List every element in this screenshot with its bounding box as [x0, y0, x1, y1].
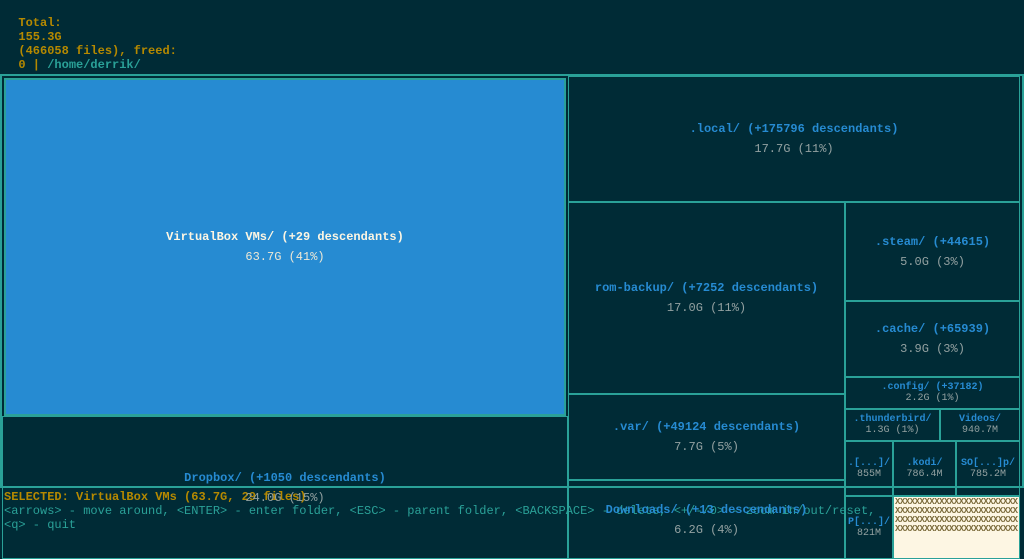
status-bar: Total: 155.3G (466058 files), freed: 0 |… — [0, 0, 1024, 74]
box-downloads[interactable]: Downloads/ (+13 descendants) 6.2G (4%) — [568, 480, 845, 559]
box-kodi[interactable]: .kodi/ 786.4M — [893, 441, 956, 496]
box-label: .local/ (+175796 descendants) — [690, 122, 899, 136]
smallfiles-pattern: XXXXXXXXXXXXXXXXXXXXXXXXXXXXXXXXXXXXXXXX… — [895, 497, 1018, 534]
box-label: SO[...]p/ — [961, 458, 1015, 469]
box-size: 7.7G (5%) — [674, 440, 739, 454]
box-size: 855M — [857, 469, 881, 480]
box-smallfiles[interactable]: XXXXXXXXXXXXXXXXXXXXXXXXXXXXXXXXXXXXXXXX… — [893, 496, 1020, 559]
total-size: 155.3G — [18, 30, 61, 44]
freed-label: , freed: — [119, 44, 177, 58]
box-label: .thunderbird/ — [853, 414, 931, 425]
box-size: 940.7M — [962, 425, 998, 436]
box-size: 63.7G (41%) — [245, 250, 324, 264]
box-thunderbird[interactable]: .thunderbird/ 1.3G (1%) — [845, 409, 940, 441]
box-label: rom-backup/ (+7252 descendants) — [595, 281, 818, 295]
box-size: 17.7G (11%) — [754, 142, 833, 156]
box-label: P[...]/ — [848, 517, 890, 528]
files-count: (466058 files) — [18, 44, 119, 58]
box-label: Dropbox/ (+1050 descendants) — [184, 471, 386, 485]
box-dot[interactable]: .[...]/ 855M — [845, 441, 893, 496]
box-size: 1.3G (1%) — [865, 425, 919, 436]
box-rombackup[interactable]: rom-backup/ (+7252 descendants) 17.0G (1… — [568, 202, 845, 394]
box-size: 5.0G (3%) — [900, 255, 965, 269]
total-label: Total: — [18, 16, 61, 30]
box-label: VirtualBox VMs/ (+29 descendants) — [166, 230, 404, 244]
box-size: 821M — [857, 528, 881, 539]
box-size: 24.0G (15%) — [245, 491, 324, 505]
box-label: .steam/ (+44615) — [875, 235, 990, 249]
box-size: 6.2G (4%) — [674, 523, 739, 537]
box-label: Videos/ — [959, 414, 1001, 425]
box-size: 17.0G (11%) — [667, 301, 746, 315]
box-dropbox[interactable]: Dropbox/ (+1050 descendants) 24.0G (15%) — [2, 416, 568, 559]
box-label: .cache/ (+65939) — [875, 322, 990, 336]
box-var[interactable]: .var/ (+49124 descendants) 7.7G (5%) — [568, 394, 845, 480]
box-size: 3.9G (3%) — [900, 342, 965, 356]
box-steam[interactable]: .steam/ (+44615) 5.0G (3%) — [845, 202, 1020, 301]
box-virtualbox[interactable]: VirtualBox VMs/ (+29 descendants) 63.7G … — [4, 78, 566, 416]
box-label: .[...]/ — [848, 458, 890, 469]
freed-value: 0 — [18, 58, 25, 72]
box-size: 786.4M — [906, 469, 942, 480]
box-label: .kodi/ — [906, 458, 942, 469]
box-label: .config/ (+37182) — [881, 382, 983, 393]
box-label: Downloads/ (+13 descendants) — [606, 503, 808, 517]
box-label: .var/ (+49124 descendants) — [613, 420, 800, 434]
box-size: 2.2G (1%) — [905, 393, 959, 404]
treemap[interactable]: VirtualBox VMs/ (+29 descendants) 63.7G … — [0, 74, 1024, 488]
box-size: 785.2M — [970, 469, 1006, 480]
box-local[interactable]: .local/ (+175796 descendants) 17.7G (11%… — [568, 76, 1020, 202]
current-path: /home/derrik/ — [47, 58, 141, 72]
box-cache[interactable]: .cache/ (+65939) 3.9G (3%) — [845, 301, 1020, 377]
box-videos[interactable]: Videos/ 940.7M — [940, 409, 1020, 441]
box-so[interactable]: SO[...]p/ 785.2M — [956, 441, 1020, 496]
box-config[interactable]: .config/ (+37182) 2.2G (1%) — [845, 377, 1020, 409]
box-p[interactable]: P[...]/ 821M — [845, 496, 893, 559]
